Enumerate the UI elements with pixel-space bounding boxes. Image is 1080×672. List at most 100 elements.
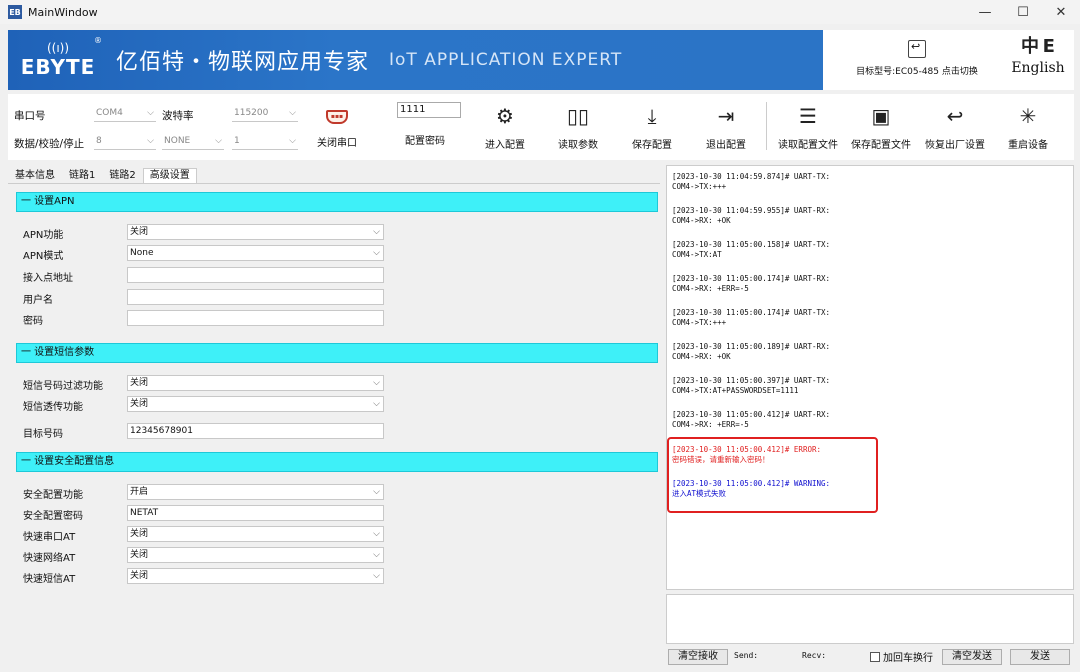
target-number-label: 目标号码: [23, 429, 63, 440]
apn-password-input[interactable]: [127, 310, 384, 326]
chevron-down-icon: ⌵: [373, 248, 380, 258]
security-config-label: 安全配置功能: [23, 490, 83, 501]
exit-config-button[interactable]: ⇥ 退出配置: [694, 104, 758, 151]
section-apn: 一 设置APN: [16, 192, 658, 212]
signal-icon: ((ı)): [46, 41, 70, 55]
receive-log-panel[interactable]: [2023-10-30 11:04:59.874]# UART-TX: COM4…: [666, 165, 1074, 590]
target-number-input[interactable]: 12345678901: [127, 423, 384, 439]
baud-select[interactable]: 115200 ⌵: [232, 106, 298, 122]
tab-bar: 基本信息 链路1 链路2 高级设置: [8, 168, 197, 184]
target-model-switch[interactable]: 目标型号:EC05-485 点击切换: [837, 36, 997, 77]
save-config-file-button[interactable]: ▣ 保存配置文件: [849, 104, 913, 151]
minimize-button[interactable]: —: [966, 0, 1004, 24]
stopbits-select[interactable]: 1 ⌵: [232, 134, 298, 150]
close-button[interactable]: ✕: [1042, 0, 1080, 24]
apn-function-label: APN功能: [23, 230, 64, 241]
config-password-input[interactable]: 1111: [397, 102, 461, 118]
chevron-down-icon: ⌵: [147, 108, 154, 118]
read-params-button[interactable]: ▯▯ 读取参数: [546, 104, 610, 151]
send-button[interactable]: 发送: [1010, 649, 1070, 665]
banner-title-en: IoT APPLICATION EXPERT: [389, 50, 623, 70]
switch-icon: [908, 40, 926, 58]
chevron-down-icon: ⌵: [215, 136, 222, 146]
download-icon: ⤓: [647, 104, 657, 128]
banner-brand: ® ((ı)) EBYTE 亿佰特・物联网应用专家 IoT APPLICATIO…: [8, 30, 823, 90]
sms-filter-select[interactable]: 关闭 ⌵: [127, 375, 384, 391]
banner-title-cn: 亿佰特・物联网应用专家: [116, 50, 370, 75]
chevron-down-icon: ⌵: [373, 550, 380, 560]
send-input[interactable]: [666, 594, 1074, 644]
window-title: MainWindow: [28, 5, 98, 19]
security-password-label: 安全配置密码: [23, 511, 83, 522]
log-entry: [2023-10-30 11:04:59.955]# UART-RX: COM4…: [672, 206, 831, 225]
fast-serial-at-select[interactable]: 关闭 ⌵: [127, 526, 384, 542]
databits-select[interactable]: 8 ⌵: [94, 134, 156, 150]
title-bar: EB MainWindow — ☐ ✕: [0, 0, 1080, 24]
apn-password-label: 密码: [23, 316, 43, 327]
tab-basic-info[interactable]: 基本信息: [8, 168, 62, 184]
chevron-down-icon: ⌵: [147, 136, 154, 146]
apn-address-input[interactable]: [127, 267, 384, 283]
toolbar: 串口号 COM4 ⌵ 波特率 115200 ⌵ 数据/校验/停止 8 ⌵ NONE ⌵ …: [8, 94, 1074, 160]
send-count-label: Send:: [734, 651, 759, 660]
log-entry: [2023-10-30 11:05:00.189]# UART-RX: COM4…: [672, 342, 831, 361]
chevron-down-icon: ⌵: [289, 108, 296, 118]
baud-label: 波特率: [162, 110, 194, 122]
security-config-select[interactable]: 开启 ⌵: [127, 484, 384, 500]
port-select[interactable]: COM4 ⌵: [94, 106, 156, 122]
chevron-down-icon: ⌵: [373, 378, 380, 388]
chevron-down-icon: ⌵: [373, 571, 380, 581]
crlf-checkbox[interactable]: 加回车换行: [870, 649, 933, 664]
log-entry: [2023-10-30 11:05:00.158]# UART-TX: COM4…: [672, 240, 831, 259]
clear-receive-button[interactable]: 清空接收: [668, 649, 728, 665]
read-config-file-button[interactable]: ☰ 读取配置文件: [776, 104, 840, 151]
chevron-down-icon: ⌵: [373, 529, 380, 539]
tab-advanced-settings[interactable]: 高级设置: [142, 168, 197, 184]
restore-icon: ↩: [946, 104, 964, 128]
sms-passthrough-select[interactable]: 关闭 ⌵: [127, 396, 384, 412]
clear-send-button[interactable]: 清空发送: [942, 649, 1002, 665]
tab-link1[interactable]: 链路1: [62, 168, 102, 184]
apn-username-input[interactable]: [127, 289, 384, 305]
maximize-button[interactable]: ☐: [1004, 0, 1042, 24]
bottom-bar: 清空接收 Send: Recv: 加回车换行 清空发送 发送: [666, 648, 1074, 666]
log-entry: [2023-10-30 11:05:00.174]# UART-RX: COM4…: [672, 274, 831, 293]
parity-select[interactable]: NONE ⌵: [162, 134, 224, 150]
sms-filter-label: 短信号码过滤功能: [23, 381, 103, 392]
log-entry: [2023-10-30 11:04:59.874]# UART-TX: COM4…: [672, 172, 831, 191]
log-entry: [2023-10-30 11:05:00.397]# UART-TX: COM4…: [672, 376, 831, 395]
log-entry: [2023-10-30 11:05:00.174]# UART-TX: COM4…: [672, 308, 831, 327]
chevron-down-icon: ⌵: [373, 487, 380, 497]
save-config-button[interactable]: ⤓ 保存配置: [620, 104, 684, 151]
serial-port-icon: ▪▪▪: [326, 110, 348, 124]
save-file-icon: ▣: [871, 104, 891, 128]
tab-link2[interactable]: 链路2: [102, 168, 142, 184]
port-label: 串口号: [14, 110, 46, 122]
restart-device-button[interactable]: ✳ 重启设备: [996, 104, 1060, 151]
fast-network-at-label: 快速网络AT: [23, 553, 76, 564]
apn-mode-select[interactable]: None ⌵: [127, 245, 384, 261]
fast-network-at-select[interactable]: 关闭 ⌵: [127, 547, 384, 563]
factory-reset-button[interactable]: ↩ 恢复出厂设置: [923, 104, 987, 151]
chevron-down-icon: ⌵: [289, 136, 296, 146]
log-entry-warning: [2023-10-30 11:05:00.412]# WARNING: 进入AT…: [672, 479, 831, 498]
apn-username-label: 用户名: [23, 295, 53, 306]
enter-config-button[interactable]: ⚙ 进入配置: [473, 104, 537, 151]
log-entry-error: [2023-10-30 11:05:00.412]# ERROR: 密码错误，请…: [672, 445, 822, 464]
app-icon: EB: [8, 5, 22, 19]
apn-function-select[interactable]: 关闭 ⌵: [127, 224, 384, 240]
fast-sms-at-select[interactable]: 关闭 ⌵: [127, 568, 384, 584]
document-icon: ☰: [799, 104, 817, 128]
log-entry: [2023-10-30 11:05:00.412]# UART-RX: COM4…: [672, 410, 831, 429]
loading-icon: ✳: [1019, 104, 1037, 128]
book-icon: ▯▯: [566, 104, 589, 128]
close-port-button[interactable]: ▪▪▪ 关闭串口: [315, 110, 359, 149]
chevron-down-icon: ⌵: [373, 399, 380, 409]
fast-serial-at-label: 快速串口AT: [23, 532, 76, 543]
language-button[interactable]: 中 E English: [1005, 34, 1071, 76]
config-password-label: 配置密码: [405, 136, 445, 147]
gear-icon: ⚙: [496, 104, 514, 128]
recv-count-label: Recv:: [802, 651, 827, 660]
security-password-input[interactable]: NETAT: [127, 505, 384, 521]
fast-sms-at-label: 快速短信AT: [23, 574, 76, 585]
